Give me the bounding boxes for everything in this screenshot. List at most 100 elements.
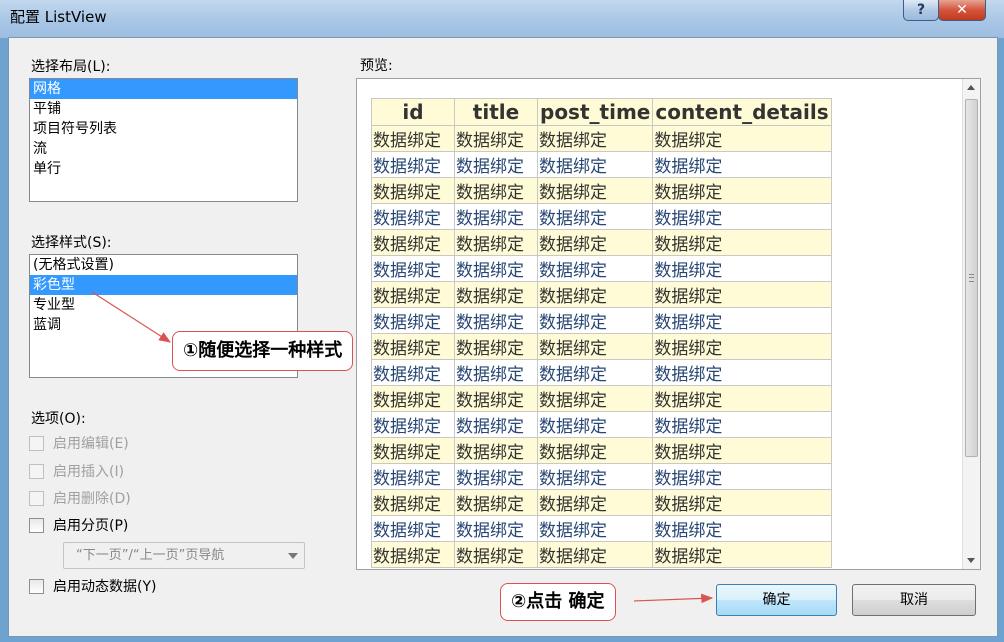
- layout-listbox[interactable]: 网格 平铺 项目符号列表 流 单行: [29, 78, 298, 202]
- layout-label: 选择布局(L):: [31, 59, 111, 75]
- column-header-id: id: [371, 98, 455, 126]
- table-row: 数据绑定 数据绑定 数据绑定 数据绑定: [371, 151, 832, 178]
- table-cell: 数据绑定: [454, 125, 538, 152]
- table-cell: 数据绑定: [652, 203, 832, 230]
- table-cell: 数据绑定: [454, 333, 538, 360]
- style-option-colorful[interactable]: 彩色型: [30, 275, 297, 295]
- preview-scrollbar[interactable]: [962, 79, 980, 569]
- table-cell: 数据绑定: [652, 281, 832, 308]
- table-cell: 数据绑定: [454, 151, 538, 178]
- table-cell: 数据绑定: [652, 177, 832, 204]
- table-cell: 数据绑定: [652, 515, 832, 542]
- table-cell: 数据绑定: [371, 151, 455, 178]
- preview-grid: id title post_time content_details 数据绑定数…: [371, 98, 832, 568]
- table-row: 数据绑定 数据绑定 数据绑定 数据绑定: [371, 359, 832, 386]
- column-header-content-details: content_details: [652, 98, 832, 126]
- table-cell: 数据绑定: [536, 307, 654, 334]
- table-row: 数据绑定 数据绑定 数据绑定 数据绑定: [371, 307, 832, 334]
- checkbox-box: [29, 463, 44, 479]
- enable-delete-checkbox[interactable]: 启用删除(D): [29, 489, 131, 507]
- table-cell: 数据绑定: [536, 255, 654, 282]
- scroll-down-arrow-icon[interactable]: [967, 558, 975, 563]
- table-cell: 数据绑定: [371, 463, 455, 490]
- table-cell: 数据绑定: [371, 177, 455, 204]
- table-cell: 数据绑定: [536, 515, 654, 542]
- table-cell: 数据绑定: [536, 359, 654, 386]
- scroll-thumb[interactable]: [965, 99, 978, 457]
- table-cell: 数据绑定: [371, 437, 455, 464]
- layout-option-bulleted-list[interactable]: 项目符号列表: [30, 119, 297, 139]
- checkbox-box: [29, 517, 44, 533]
- table-row: 数据绑定 数据绑定 数据绑定 数据绑定: [371, 437, 832, 464]
- layout-option-grid[interactable]: 网格: [30, 79, 297, 99]
- table-row: 数据绑定 数据绑定 数据绑定 数据绑定: [371, 541, 832, 568]
- table-cell: 数据绑定: [454, 229, 538, 256]
- table-cell: 数据绑定: [536, 541, 654, 568]
- table-cell: 数据绑定: [652, 437, 832, 464]
- enable-insert-label: 启用插入(I): [53, 464, 125, 480]
- table-row: 数据绑定 数据绑定 数据绑定 数据绑定: [371, 255, 832, 282]
- table-cell: 数据绑定: [371, 125, 455, 152]
- close-button[interactable]: ✕: [938, 0, 986, 21]
- table-cell: 数据绑定: [536, 385, 654, 412]
- table-cell: 数据绑定: [536, 489, 654, 516]
- enable-paging-label: 启用分页(P): [53, 518, 129, 534]
- table-cell: 数据绑定: [371, 541, 455, 568]
- preview-label: 预览:: [360, 58, 393, 74]
- table-cell: 数据绑定: [652, 307, 832, 334]
- layout-option-single-row[interactable]: 单行: [30, 159, 297, 179]
- scroll-up-arrow-icon[interactable]: [967, 85, 975, 90]
- enable-dynamic-data-checkbox[interactable]: 启用动态数据(Y): [29, 577, 156, 595]
- table-cell: 数据绑定: [454, 255, 538, 282]
- table-cell: 数据绑定: [371, 255, 455, 282]
- help-button[interactable]: ?: [903, 0, 939, 21]
- enable-edit-checkbox[interactable]: 启用编辑(E): [29, 434, 129, 452]
- table-row: 数据绑定 数据绑定 数据绑定 数据绑定: [371, 385, 832, 412]
- table-cell: 数据绑定: [652, 333, 832, 360]
- table-cell: 数据绑定: [454, 411, 538, 438]
- table-cell: 数据绑定: [371, 203, 455, 230]
- table-cell: 数据绑定: [454, 177, 538, 204]
- enable-delete-label: 启用删除(D): [53, 491, 131, 507]
- style-option-professional[interactable]: 专业型: [30, 295, 297, 315]
- table-cell: 数据绑定: [371, 411, 455, 438]
- table-row: 数据绑定 数据绑定 数据绑定 数据绑定: [371, 463, 832, 490]
- paging-mode-select[interactable]: “下一页”/“上一页”页导航: [63, 542, 305, 569]
- table-cell: 数据绑定: [536, 411, 654, 438]
- table-row: 数据绑定 数据绑定 数据绑定 数据绑定: [371, 411, 832, 438]
- enable-paging-checkbox[interactable]: 启用分页(P): [29, 516, 128, 534]
- cancel-button[interactable]: 取消: [852, 584, 976, 616]
- table-cell: 数据绑定: [371, 489, 455, 516]
- table-cell: 数据绑定: [454, 515, 538, 542]
- table-cell: 数据绑定: [454, 203, 538, 230]
- table-cell: 数据绑定: [652, 359, 832, 386]
- grid-body: 数据绑定 数据绑定 数据绑定 数据绑定 数据绑定 数据绑定 数据绑定 数据绑定 数据绑定 数据绑定…: [371, 125, 832, 568]
- table-cell: 数据绑定: [652, 541, 832, 568]
- table-cell: 数据绑定: [536, 229, 654, 256]
- dropdown-arrow-icon: [288, 553, 298, 559]
- table-row: 数据绑定 数据绑定 数据绑定 数据绑定: [371, 333, 832, 360]
- layout-option-flow[interactable]: 流: [30, 139, 297, 159]
- table-cell: 数据绑定: [454, 463, 538, 490]
- layout-option-tiled[interactable]: 平铺: [30, 99, 297, 119]
- configure-listview-dialog: 配置 ListView ? ✕ 选择布局(L): 网格 平铺 项目符号列表 流 …: [0, 0, 1004, 642]
- column-header-post-time: post_time: [536, 98, 654, 126]
- ok-button[interactable]: 确定: [716, 584, 837, 616]
- preview-pane: id title post_time content_details 数据绑定数…: [356, 78, 981, 570]
- table-row: 数据绑定 数据绑定 数据绑定 数据绑定: [371, 125, 832, 152]
- table-cell: 数据绑定: [536, 125, 654, 152]
- style-option-none[interactable]: (无格式设置): [30, 255, 297, 275]
- options-label: 选项(O):: [31, 411, 86, 427]
- table-cell: 数据绑定: [536, 177, 654, 204]
- table-cell: 数据绑定: [536, 151, 654, 178]
- title-bar: 配置 ListView ? ✕: [0, 0, 1004, 38]
- table-cell: 数据绑定: [454, 489, 538, 516]
- table-cell: 数据绑定: [371, 385, 455, 412]
- table-cell: 数据绑定: [652, 489, 832, 516]
- table-cell: 数据绑定: [371, 307, 455, 334]
- table-cell: 数据绑定: [371, 515, 455, 542]
- table-cell: 数据绑定: [454, 385, 538, 412]
- enable-insert-checkbox[interactable]: 启用插入(I): [29, 462, 124, 480]
- table-cell: 数据绑定: [652, 463, 832, 490]
- checkbox-box: [29, 435, 44, 451]
